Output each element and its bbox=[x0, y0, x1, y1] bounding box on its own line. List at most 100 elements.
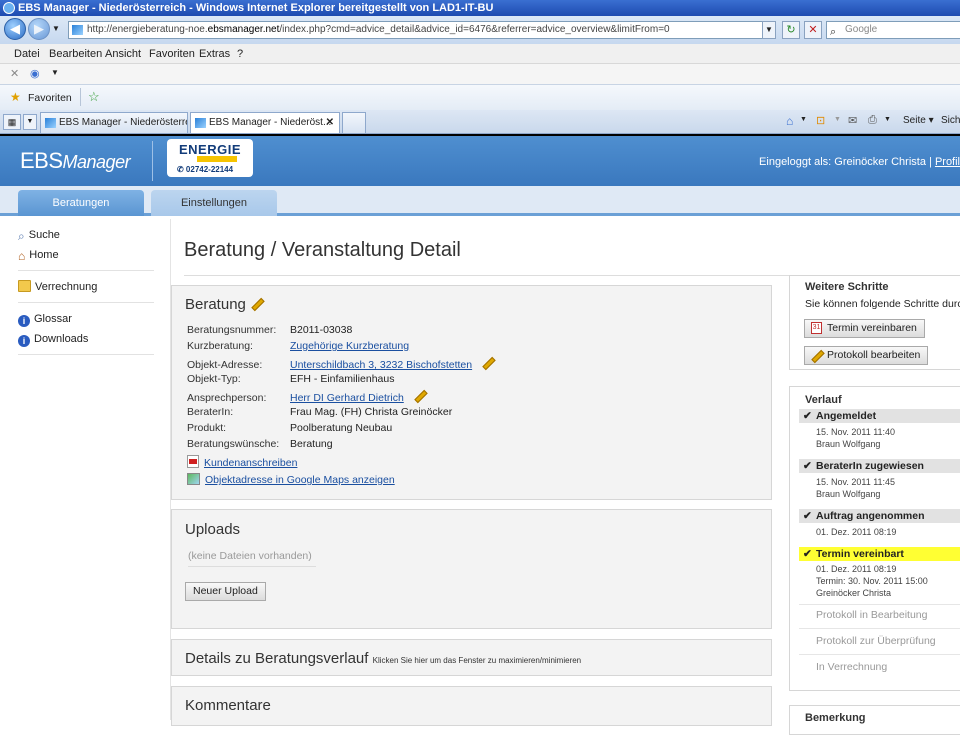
termin-vereinbaren-button[interactable]: 31 Termin vereinbaren bbox=[804, 319, 925, 338]
protokoll-bearbeiten-button[interactable]: Protokoll bearbeiten bbox=[804, 346, 929, 365]
login-status: Eingeloggt als: Greinöcker Christa | Pro… bbox=[759, 156, 960, 168]
folder-icon bbox=[18, 280, 31, 292]
quick-tabs-icon[interactable]: ▦ bbox=[3, 114, 21, 130]
kommentare-panel: Kommentare bbox=[171, 686, 772, 726]
profile-link[interactable]: Profil bbox=[935, 156, 960, 168]
browser-tab-2[interactable]: EBS Manager - Niederöst... ✕ bbox=[190, 112, 340, 133]
details-hint: Klicken Sie hier um das Fenster zu maxim… bbox=[372, 656, 582, 665]
chevron-down-icon[interactable]: ▼ bbox=[51, 68, 59, 77]
field-label: Beratungsnummer: bbox=[187, 324, 277, 336]
divider bbox=[18, 302, 154, 303]
termin-label: Termin vereinbaren bbox=[827, 322, 917, 334]
details-heading-text: Details zu Beratungsverlauf bbox=[185, 650, 369, 667]
tab-einstellungen[interactable]: Einstellungen bbox=[151, 190, 277, 216]
address-input[interactable]: http://energieberatung-noe.ebsmanager.ne… bbox=[68, 21, 776, 39]
sidebar-item-downloads[interactable]: i Downloads bbox=[18, 332, 88, 347]
field-value: Frau Mag. (FH) Christa Greinöcker bbox=[290, 406, 453, 418]
close-tab-icon[interactable]: ✕ bbox=[326, 113, 334, 132]
calendar-icon: 31 bbox=[811, 322, 822, 334]
sidebar-item-verrechnung[interactable]: Verrechnung bbox=[18, 280, 97, 294]
energie-logo-text: ENERGIE bbox=[179, 142, 242, 157]
step-label: Auftrag angenommen bbox=[816, 510, 925, 522]
uploads-empty: (keine Dateien vorhanden) bbox=[188, 550, 316, 567]
print-icon[interactable]: ⎙ bbox=[868, 114, 877, 127]
safety-menu[interactable]: Sich bbox=[941, 115, 960, 126]
step-user: Braun Wolfgang bbox=[816, 439, 881, 449]
stop-icon[interactable]: ✕ bbox=[804, 21, 822, 39]
edit-pencil-icon[interactable] bbox=[250, 297, 262, 309]
uploads-panel: Uploads (keine Dateien vorhanden) Neuer … bbox=[171, 509, 772, 629]
page-menu[interactable]: Seite ▾ bbox=[903, 115, 934, 126]
back-icon[interactable]: ◀ bbox=[4, 18, 26, 40]
forward-icon[interactable]: ▶ bbox=[28, 18, 50, 40]
edit-pencil-icon[interactable] bbox=[481, 356, 493, 368]
step-user: Braun Wolfgang bbox=[816, 489, 881, 499]
step-date: 15. Nov. 2011 11:45 bbox=[816, 477, 896, 487]
new-tab-button[interactable] bbox=[342, 112, 366, 133]
sidebar-item-home[interactable]: ⌂ Home bbox=[18, 248, 59, 263]
bemerkung-title: Bemerkung bbox=[805, 712, 866, 724]
rss-icon[interactable]: ⊡ bbox=[816, 114, 825, 127]
step-date: 01. Dez. 2011 08:19 bbox=[816, 527, 897, 537]
site-favicon bbox=[195, 118, 206, 128]
google-maps-link[interactable]: Objektadresse in Google Maps anzeigen bbox=[205, 474, 395, 486]
objekt-adresse-link[interactable]: Unterschildbach 3, 3232 Bischofstetten bbox=[290, 359, 472, 371]
verlauf-step-auftrag: ✔ Auftrag angenommen bbox=[799, 509, 960, 523]
ie-logo-icon bbox=[3, 2, 15, 14]
maps-row: Objektadresse in Google Maps anzeigen bbox=[187, 473, 395, 486]
field-row: Objekt-Typ: EFH - Einfamilienhaus bbox=[187, 373, 394, 385]
home-icon[interactable]: ⌂ bbox=[786, 114, 793, 128]
chevron-down-icon[interactable]: ▼ bbox=[800, 116, 807, 123]
new-upload-button[interactable]: Neuer Upload bbox=[185, 582, 266, 601]
tab-list-icon[interactable]: ▼ bbox=[23, 114, 37, 130]
url-host: ebsmanager.net bbox=[207, 24, 280, 35]
menu-extras[interactable]: Extras bbox=[199, 48, 230, 60]
tab-beratungen[interactable]: Beratungen bbox=[18, 190, 144, 216]
main-content: Beratung / Veranstaltung Detail Beratung… bbox=[170, 219, 960, 735]
divider bbox=[18, 270, 154, 271]
ebs-manager-logo: EBSManager bbox=[20, 148, 131, 174]
menu-ansicht[interactable]: Ansicht bbox=[105, 48, 141, 60]
verlauf-pending-protokoll: Protokoll in Bearbeitung bbox=[816, 609, 928, 621]
search-input[interactable]: ⌕ Google bbox=[826, 21, 960, 39]
menu-datei[interactable]: Datei bbox=[14, 48, 40, 60]
step-date: 15. Nov. 2011 11:40 bbox=[816, 427, 896, 437]
chevron-down-icon[interactable]: ▼ bbox=[834, 116, 841, 123]
address-dropdown-icon[interactable]: ▼ bbox=[762, 21, 776, 39]
verlauf-step-zugewiesen: ✔ BeraterIn zugewiesen bbox=[799, 459, 960, 473]
energieberatung-logo: ENERGIE ✆ 02742-22144 bbox=[167, 139, 253, 177]
menu-help[interactable]: ? bbox=[237, 48, 243, 60]
kundenanschreiben-link[interactable]: Kundenanschreiben bbox=[204, 457, 297, 469]
menu-bearbeiten[interactable]: Bearbeiten bbox=[49, 48, 102, 60]
sidebar-item-glossar[interactable]: i Glossar bbox=[18, 312, 72, 327]
ansprechperson-link[interactable]: Herr DI Gerhard Dietrich bbox=[290, 392, 404, 404]
sidebar-item-suche[interactable]: ⌕ Suche bbox=[18, 228, 60, 243]
logo-manager: Manager bbox=[62, 152, 131, 172]
favorites-button[interactable]: Favoriten bbox=[28, 92, 72, 104]
refresh-icon[interactable]: ↻ bbox=[782, 21, 800, 39]
chevron-down-icon[interactable]: ▼ bbox=[884, 116, 891, 123]
verlauf-pending-ueberpruefung: Protokoll zur Überprüfung bbox=[816, 635, 936, 647]
globe-icon[interactable]: ◉ bbox=[30, 67, 40, 80]
page-title: Beratung / Veranstaltung Detail bbox=[184, 239, 461, 261]
weitere-schritte-box: Weitere Schritte Sie können folgende Sch… bbox=[789, 275, 960, 370]
add-favorite-icon[interactable]: ☆ bbox=[88, 89, 100, 105]
history-dropdown-icon[interactable]: ▼ bbox=[52, 24, 60, 33]
close-icon[interactable]: ✕ bbox=[10, 67, 19, 80]
divider bbox=[152, 141, 153, 181]
browser-tab-1-label: EBS Manager - Niederösterre... bbox=[59, 117, 188, 128]
details-panel[interactable]: Details zu Beratungsverlauf Klicken Sie … bbox=[171, 639, 772, 676]
kommentare-heading: Kommentare bbox=[185, 697, 271, 714]
edit-pencil-icon[interactable] bbox=[413, 389, 425, 401]
info-icon: i bbox=[18, 335, 30, 347]
verlauf-step-angemeldet: ✔ Angemeldet bbox=[799, 409, 960, 423]
field-label: Objekt-Adresse: bbox=[187, 359, 263, 371]
divider bbox=[799, 654, 960, 655]
kurzberatung-link[interactable]: Zugehörige Kurzberatung bbox=[290, 340, 409, 352]
browser-tab-1[interactable]: EBS Manager - Niederösterre... bbox=[40, 112, 188, 133]
field-value: Poolberatung Neubau bbox=[290, 422, 393, 434]
details-heading: Details zu Beratungsverlauf Klicken Sie … bbox=[185, 650, 581, 667]
divider bbox=[80, 88, 81, 106]
mail-icon[interactable]: ✉ bbox=[848, 114, 857, 127]
menu-favoriten[interactable]: Favoriten bbox=[149, 48, 195, 60]
